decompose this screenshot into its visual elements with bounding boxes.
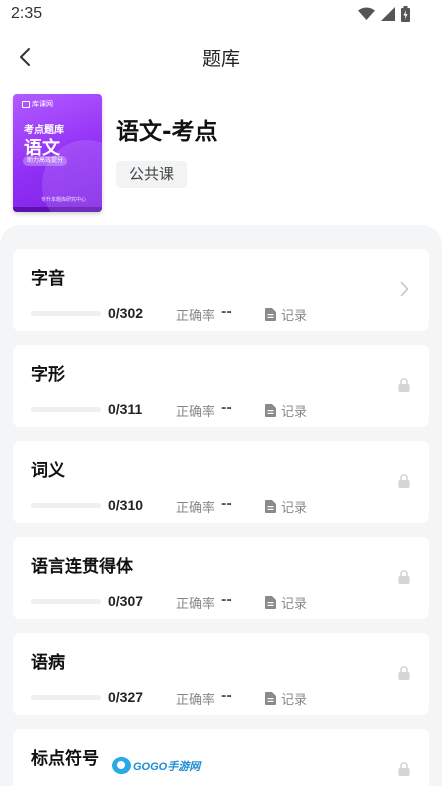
accuracy-label: 正确率 bbox=[176, 501, 216, 516]
topic-title: 词义 bbox=[31, 461, 65, 481]
accuracy-value: -- bbox=[221, 593, 232, 608]
lock-icon bbox=[397, 569, 411, 585]
cover-brand-label: 库课网 bbox=[32, 100, 53, 108]
cover-spine bbox=[13, 207, 102, 212]
record-label: 记录 bbox=[281, 597, 308, 612]
record-label: 记录 bbox=[281, 309, 308, 324]
lock-icon bbox=[397, 473, 411, 489]
subject-header: 库课网 考点题库 语文 助力高效提分 专升本题库研究中心 语文-考点 公共课 bbox=[0, 88, 442, 224]
topic-title: 语言连贯得体 bbox=[31, 557, 133, 577]
record-label: 记录 bbox=[281, 405, 308, 420]
accuracy-label: 正确率 bbox=[176, 309, 216, 324]
topic-meta: 0/307 正确率 -- 记录 bbox=[31, 593, 411, 612]
document-icon bbox=[265, 692, 276, 705]
progress-count: 0/310 bbox=[108, 497, 144, 513]
status-icons bbox=[358, 6, 410, 22]
progress-bar bbox=[31, 599, 101, 604]
record-button[interactable]: 记录 bbox=[265, 689, 307, 708]
cover-pill: 助力高效提分 bbox=[23, 156, 68, 166]
progress-count: 0/307 bbox=[108, 593, 144, 609]
topic-title: 字形 bbox=[31, 365, 65, 385]
record-button[interactable]: 记录 bbox=[265, 401, 307, 420]
lock-icon bbox=[397, 761, 411, 777]
topic-card[interactable]: 语病 0/327 正确率 -- 记录 bbox=[13, 633, 429, 715]
lock-icon bbox=[397, 665, 411, 681]
cover-footer: 专升本题库研究中心 bbox=[41, 197, 87, 203]
record-button[interactable]: 记录 bbox=[265, 497, 307, 516]
subject-title: 语文-考点 bbox=[116, 119, 218, 145]
record-label: 记录 bbox=[281, 693, 308, 708]
watermark-logo-icon bbox=[112, 757, 131, 774]
record-button[interactable]: 记录 bbox=[265, 593, 307, 612]
battery-icon bbox=[401, 6, 410, 22]
status-bar: 2:35 bbox=[0, 0, 442, 32]
document-icon bbox=[265, 404, 276, 417]
record-label: 记录 bbox=[281, 501, 308, 516]
book-cover: 库课网 考点题库 语文 助力高效提分 专升本题库研究中心 bbox=[13, 94, 102, 212]
progress-bar bbox=[31, 407, 101, 412]
watermark: GOGO手游网 bbox=[112, 757, 200, 774]
progress-bar bbox=[31, 695, 101, 700]
watermark-text: GOGO手游网 bbox=[133, 760, 201, 773]
topic-meta: 0/310 正确率 -- 记录 bbox=[31, 497, 411, 516]
lock-icon bbox=[397, 377, 411, 393]
cover-brand: 库课网 bbox=[22, 99, 53, 109]
page-title: 题库 bbox=[201, 48, 240, 70]
topic-title: 标点符号 bbox=[31, 749, 99, 769]
topic-meta: 0/311 正确率 -- 记录 bbox=[31, 401, 411, 420]
topic-card[interactable]: 词义 0/310 正确率 -- 记录 bbox=[13, 441, 429, 523]
topic-title: 字音 bbox=[31, 269, 65, 289]
progress-bar bbox=[31, 503, 101, 508]
cellular-signal-icon bbox=[381, 7, 395, 21]
topic-card[interactable]: 字形 0/311 正确率 -- 记录 bbox=[13, 345, 429, 427]
topic-card[interactable]: 标点符号 bbox=[13, 729, 429, 811]
chevron-right-icon bbox=[397, 281, 411, 297]
progress-count: 0/302 bbox=[108, 305, 144, 321]
accuracy-label: 正确率 bbox=[176, 405, 216, 420]
category-tag: 公共课 bbox=[116, 161, 188, 188]
accuracy-value: -- bbox=[221, 305, 232, 320]
progress-count: 0/327 bbox=[108, 689, 144, 705]
progress-count: 0/311 bbox=[108, 401, 143, 417]
navigation-bar: 题库 bbox=[0, 32, 442, 82]
document-icon bbox=[265, 596, 276, 609]
topic-meta: 0/327 正确率 -- 记录 bbox=[31, 689, 411, 708]
wifi-icon bbox=[358, 7, 375, 20]
topic-card[interactable]: 语言连贯得体 0/307 正确率 -- 记录 bbox=[13, 537, 429, 619]
accuracy-label: 正确率 bbox=[176, 693, 216, 708]
document-icon bbox=[265, 308, 276, 321]
brand-logo-icon bbox=[22, 100, 30, 108]
topic-card[interactable]: 字音 0/302 正确率 -- 记录 bbox=[13, 249, 429, 331]
accuracy-label: 正确率 bbox=[176, 597, 216, 612]
accuracy-value: -- bbox=[221, 497, 232, 512]
topic-title: 语病 bbox=[31, 653, 65, 673]
topic-meta: 0/302 正确率 -- 记录 bbox=[31, 305, 411, 324]
progress-bar bbox=[31, 311, 101, 316]
record-button[interactable]: 记录 bbox=[265, 305, 307, 324]
accuracy-value: -- bbox=[221, 689, 232, 704]
accuracy-value: -- bbox=[221, 401, 232, 416]
document-icon bbox=[265, 500, 276, 513]
status-time: 2:35 bbox=[11, 5, 43, 22]
